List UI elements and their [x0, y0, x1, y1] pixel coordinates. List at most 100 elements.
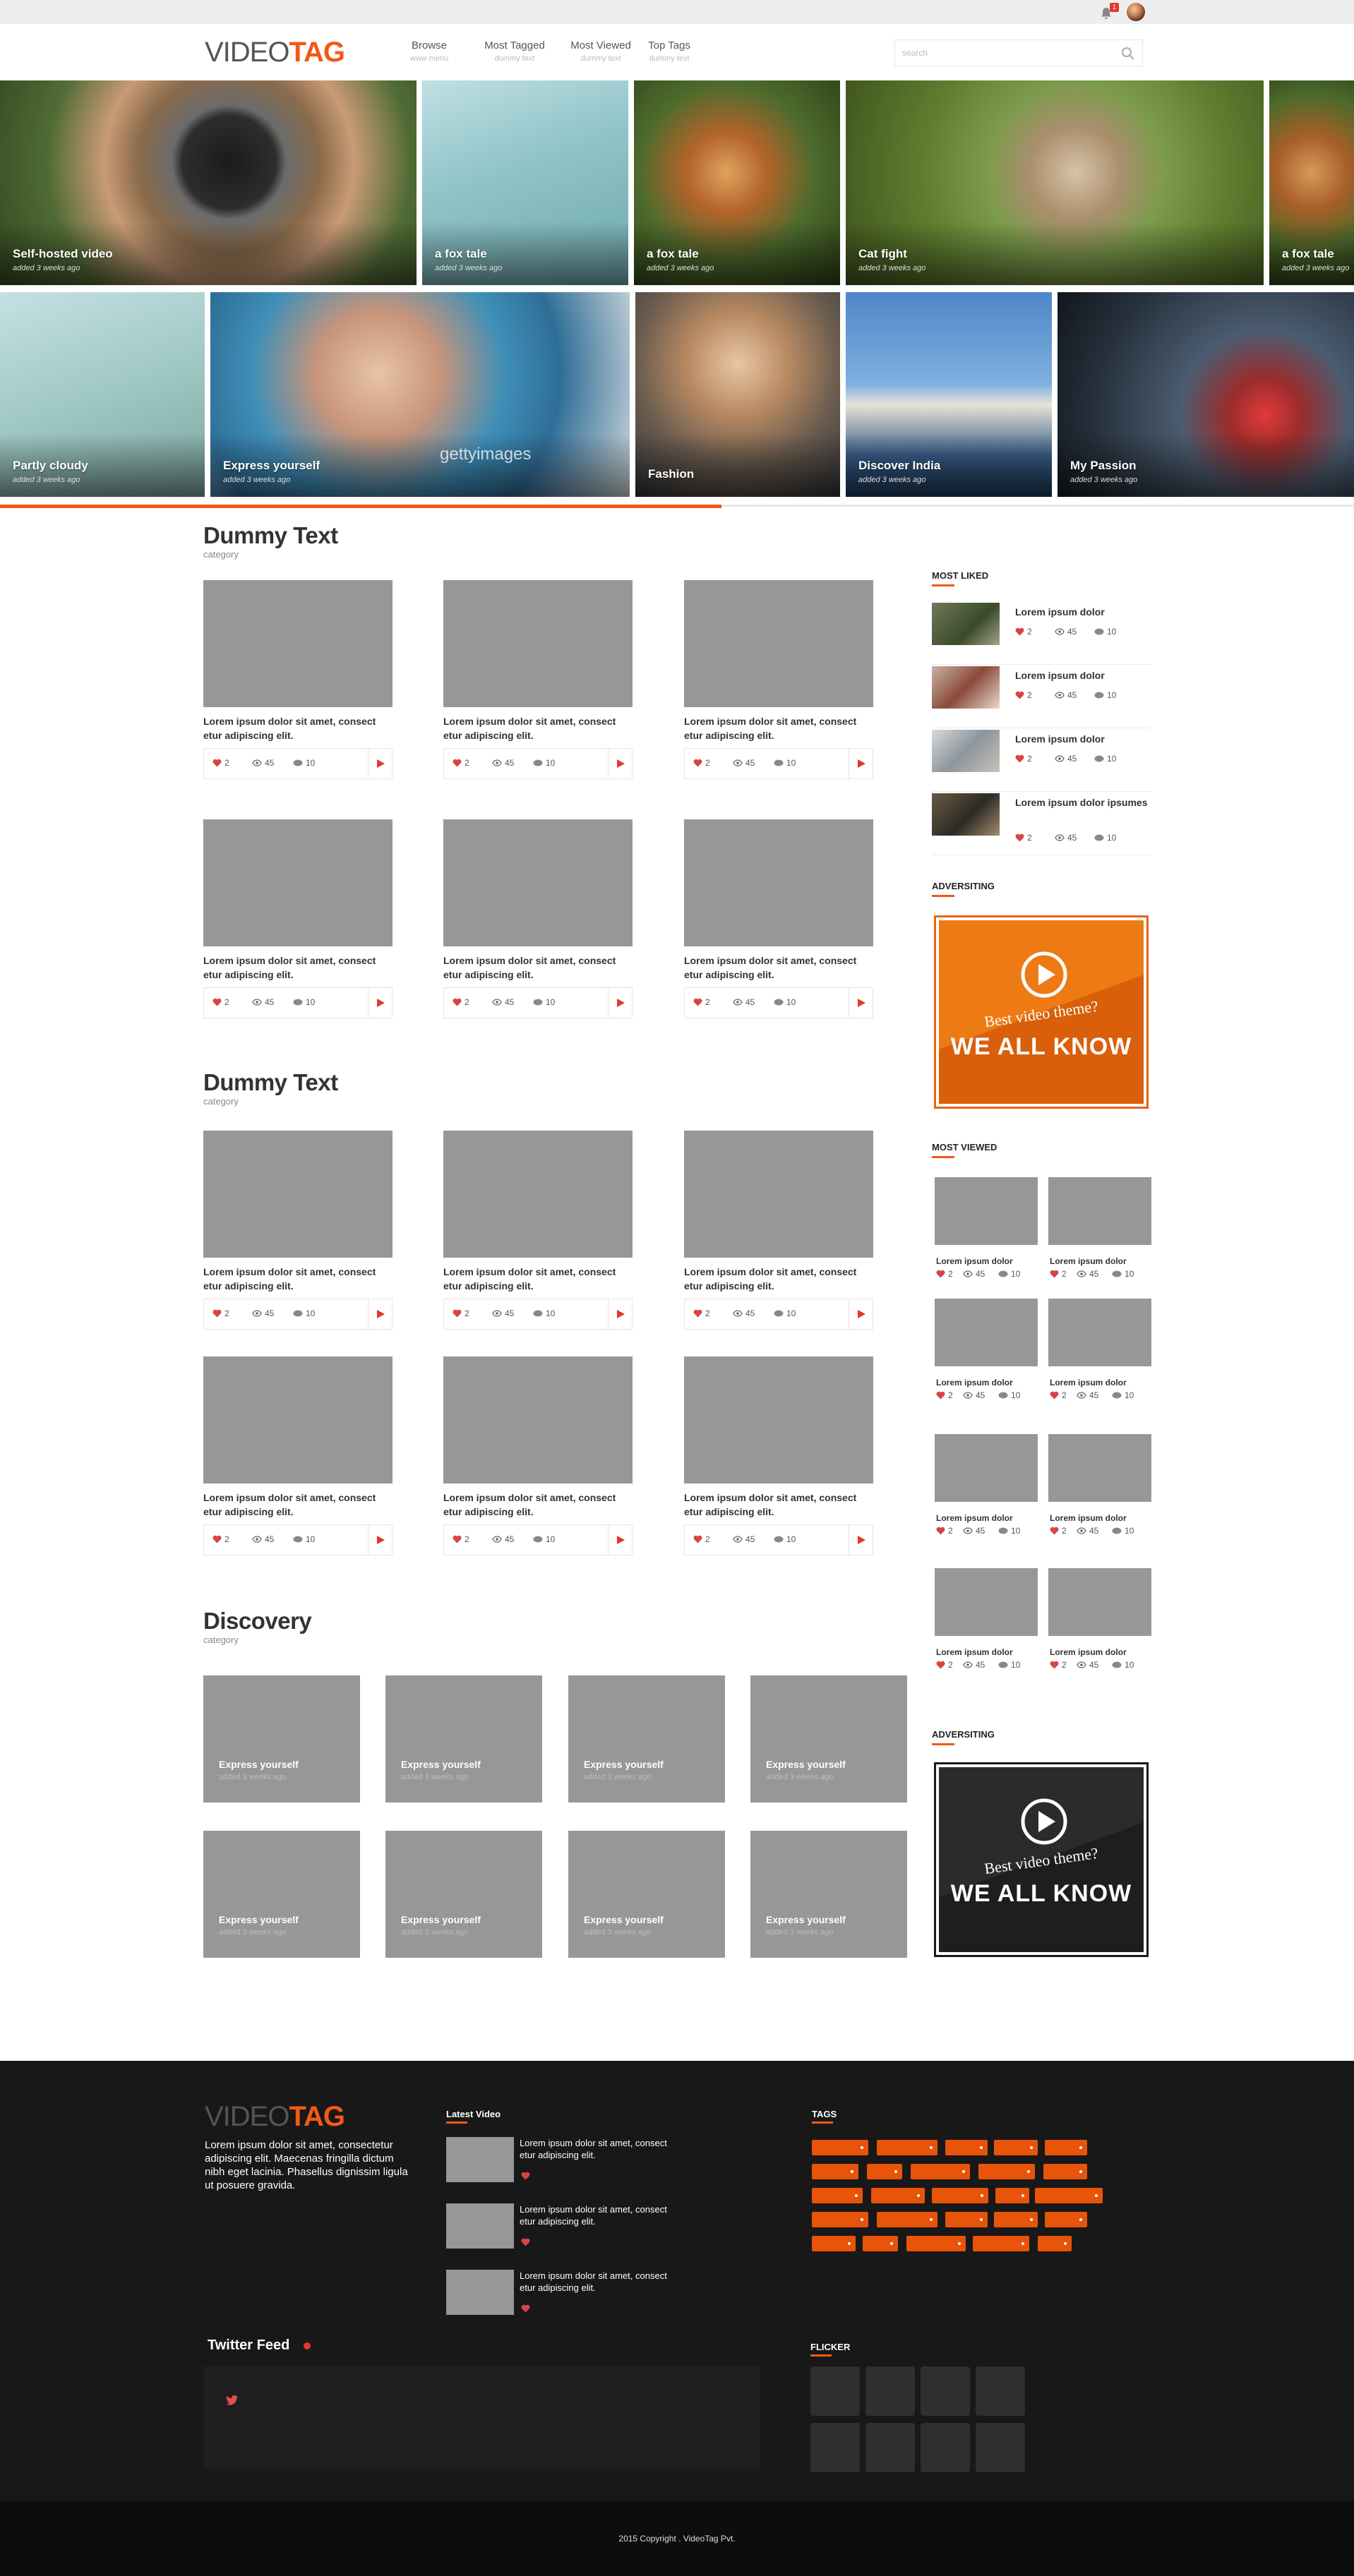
most-viewed-thumbnail[interactable]	[1048, 1177, 1151, 1245]
most-viewed-item[interactable]: Lorem ipsum dolor 2 45 10	[1048, 1177, 1151, 1283]
video-thumbnail[interactable]	[684, 580, 873, 707]
discovery-tile[interactable]: Express yourself added 3 weeks ago	[203, 1675, 360, 1802]
flicker-thumbnail[interactable]	[976, 2366, 1025, 2416]
tag-chip[interactable]	[871, 2188, 925, 2203]
discovery-tile[interactable]: Express yourself added 3 weeks ago	[750, 1831, 907, 1958]
search-icon[interactable]	[1121, 47, 1135, 61]
most-viewed-thumbnail[interactable]	[1048, 1568, 1151, 1636]
video-card[interactable]: Lorem ipsum dolor sit amet, consect etur…	[443, 819, 633, 1021]
latest-video-thumbnail[interactable]	[446, 2137, 514, 2182]
tag-chip[interactable]	[995, 2188, 1029, 2203]
play-button[interactable]	[849, 1299, 873, 1329]
search-input[interactable]: search	[902, 48, 928, 58]
tag-chip[interactable]	[945, 2212, 988, 2227]
nav-top-tags[interactable]: Top Tags dummy text	[644, 40, 695, 63]
most-viewed-thumbnail[interactable]	[935, 1434, 1038, 1502]
nav-most-viewed[interactable]: Most Viewed dummy text	[565, 40, 637, 63]
most-viewed-item[interactable]: Lorem ipsum dolor 2 45 10	[1048, 1434, 1151, 1540]
discovery-tile[interactable]: Express yourself added 3 weeks ago	[385, 1831, 542, 1958]
tag-chip[interactable]	[812, 2212, 868, 2227]
most-viewed-thumbnail[interactable]	[935, 1177, 1038, 1245]
hero-tile[interactable]: a fox tale added 3 weeks ago	[634, 80, 840, 285]
video-thumbnail[interactable]	[443, 580, 633, 707]
hero-tile[interactable]: a fox tale added 3 weeks ago	[422, 80, 628, 285]
tag-chip[interactable]	[877, 2212, 937, 2227]
most-viewed-item[interactable]: Lorem ipsum dolor 2 45 10	[935, 1434, 1038, 1540]
hero-tile[interactable]: Partly cloudy added 3 weeks ago	[0, 292, 205, 497]
likes-stat[interactable]: 2	[936, 1269, 953, 1279]
flicker-thumbnail[interactable]	[921, 2366, 970, 2416]
likes-stat[interactable]: 2	[1050, 1526, 1067, 1536]
most-viewed-item[interactable]: Lorem ipsum dolor 2 45 10	[935, 1568, 1038, 1674]
most-liked-thumbnail[interactable]	[932, 793, 1000, 836]
flicker-thumbnail[interactable]	[810, 2423, 860, 2472]
video-card[interactable]: Lorem ipsum dolor sit amet, consect etur…	[203, 1131, 393, 1332]
tag-chip[interactable]	[812, 2236, 856, 2251]
tag-chip[interactable]	[1035, 2188, 1103, 2203]
like-button[interactable]	[521, 2237, 530, 2250]
nav-browse[interactable]: Browse www menu	[397, 40, 462, 63]
likes-stat[interactable]: 2	[1015, 690, 1032, 700]
video-card[interactable]: Lorem ipsum dolor sit amet, consect etur…	[443, 1131, 633, 1332]
most-viewed-thumbnail[interactable]	[1048, 1299, 1151, 1366]
play-button[interactable]	[608, 1525, 632, 1555]
tag-chip[interactable]	[973, 2236, 1029, 2251]
tag-chip[interactable]	[877, 2140, 937, 2155]
most-viewed-thumbnail[interactable]	[1048, 1434, 1151, 1502]
hero-tile[interactable]: Express yourself added 3 weeks ago gettyim…	[210, 292, 630, 497]
tag-chip[interactable]	[1045, 2140, 1087, 2155]
video-card[interactable]: Lorem ipsum dolor sit amet, consect etur…	[443, 580, 633, 782]
video-thumbnail[interactable]	[443, 1356, 633, 1483]
tag-chip[interactable]	[1045, 2212, 1087, 2227]
most-liked-thumbnail[interactable]	[932, 603, 1000, 645]
latest-video-thumbnail[interactable]	[446, 2270, 514, 2315]
tag-chip[interactable]	[945, 2140, 988, 2155]
play-button[interactable]	[608, 749, 632, 778]
video-thumbnail[interactable]	[443, 1131, 633, 1258]
play-button[interactable]	[849, 988, 873, 1018]
likes-stat[interactable]: 2	[936, 1526, 953, 1536]
video-card[interactable]: Lorem ipsum dolor sit amet, consect etur…	[684, 580, 873, 782]
video-thumbnail[interactable]	[203, 819, 393, 946]
video-thumbnail[interactable]	[443, 819, 633, 946]
tag-chip[interactable]	[906, 2236, 966, 2251]
hero-tile[interactable]: Self-hosted video added 3 weeks ago	[0, 80, 417, 285]
video-card[interactable]: Lorem ipsum dolor sit amet, consect etur…	[203, 819, 393, 1021]
most-viewed-item[interactable]: Lorem ipsum dolor 2 45 10	[1048, 1568, 1151, 1674]
likes-stat[interactable]: 2	[936, 1390, 953, 1400]
discovery-tile[interactable]: Express yourself added 3 weeks ago	[568, 1675, 725, 1802]
nav-most-tagged[interactable]: Most Tagged dummy text	[479, 40, 551, 63]
video-thumbnail[interactable]	[203, 580, 393, 707]
play-button[interactable]	[368, 1525, 392, 1555]
play-button[interactable]	[368, 1299, 392, 1329]
video-card[interactable]: Lorem ipsum dolor sit amet, consect etur…	[203, 580, 393, 782]
video-thumbnail[interactable]	[203, 1131, 393, 1258]
site-logo[interactable]: VIDEOTAG	[205, 35, 345, 69]
most-liked-item[interactable]: Lorem ipsum dolor 2 45 10	[932, 666, 1151, 728]
likes-stat[interactable]: 2	[212, 758, 229, 768]
likes-stat[interactable]: 2	[693, 997, 710, 1007]
video-thumbnail[interactable]	[684, 1356, 873, 1483]
discovery-tile[interactable]: Express yourself added 3 weeks ago	[385, 1675, 542, 1802]
most-viewed-item[interactable]: Lorem ipsum dolor 2 45 10	[1048, 1299, 1151, 1404]
tag-chip[interactable]	[812, 2164, 858, 2179]
discovery-tile[interactable]: Express yourself added 3 weeks ago	[750, 1675, 907, 1802]
play-button[interactable]	[608, 988, 632, 1018]
tag-chip[interactable]	[863, 2236, 898, 2251]
footer-logo[interactable]: VIDEOTAG	[205, 2100, 345, 2133]
discovery-tile[interactable]: Express yourself added 3 weeks ago	[568, 1831, 725, 1958]
tag-chip[interactable]	[812, 2188, 863, 2203]
video-card[interactable]: Lorem ipsum dolor sit amet, consect etur…	[684, 1356, 873, 1558]
like-button[interactable]	[521, 2171, 530, 2184]
video-thumbnail[interactable]	[684, 819, 873, 946]
flicker-thumbnail[interactable]	[865, 2423, 915, 2472]
play-button[interactable]	[368, 988, 392, 1018]
most-liked-item[interactable]: Lorem ipsum dolor 2 45 10	[932, 603, 1151, 665]
likes-stat[interactable]: 2	[1050, 1660, 1067, 1670]
tag-chip[interactable]	[867, 2164, 902, 2179]
most-viewed-item[interactable]: Lorem ipsum dolor 2 45 10	[935, 1177, 1038, 1283]
likes-stat[interactable]: 2	[1015, 754, 1032, 764]
tag-chip[interactable]	[1043, 2164, 1087, 2179]
video-card[interactable]: Lorem ipsum dolor sit amet, consect etur…	[443, 1356, 633, 1558]
video-card[interactable]: Lorem ipsum dolor sit amet, consect etur…	[684, 819, 873, 1021]
